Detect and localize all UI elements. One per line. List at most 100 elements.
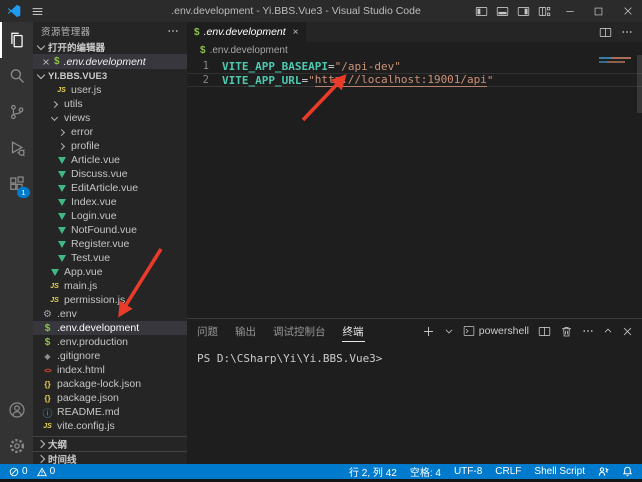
extensions-icon[interactable]: 1	[0, 166, 33, 202]
tree-item[interactable]: vite.config.js	[33, 419, 187, 433]
tree-item[interactable]: Register.vue	[33, 237, 187, 251]
tab-filename: .env.development	[204, 26, 286, 38]
run-debug-icon[interactable]	[0, 130, 33, 166]
tree-item[interactable]: Login.vue	[33, 209, 187, 223]
status-indentation[interactable]: 空格: 4	[410, 464, 441, 479]
timeline-label: 时间线	[48, 452, 77, 464]
tree-item[interactable]: README.md	[33, 405, 187, 419]
project-section-header[interactable]: YI.BBS.VUE3	[33, 69, 187, 83]
maximize-button[interactable]	[584, 0, 613, 22]
tree-item[interactable]: .env	[33, 307, 187, 321]
title-bar: .env.development - Yi.BBS.Vue3 - Visual …	[0, 0, 642, 22]
split-terminal-icon[interactable]	[538, 325, 551, 338]
minimize-button[interactable]	[555, 0, 584, 22]
chevron-right-icon	[37, 455, 45, 463]
tree-item[interactable]: permission.js	[33, 293, 187, 307]
file-name-label: Register.vue	[71, 238, 129, 250]
file-name-label: vite.config.js	[57, 420, 115, 432]
tree-item[interactable]: App.vue	[33, 265, 187, 279]
more-actions-icon[interactable]	[621, 26, 633, 38]
open-editors-label: 打开的编辑器	[48, 40, 105, 54]
outline-section-header[interactable]: 大纲	[33, 436, 187, 451]
tree-item[interactable]: Test.vue	[33, 251, 187, 265]
close-icon[interactable]	[42, 58, 50, 66]
tree-item[interactable]: package-lock.json	[33, 377, 187, 391]
explorer-more-actions-icon[interactable]	[167, 25, 179, 37]
problems-status[interactable]: 0 0	[9, 466, 55, 477]
status-language[interactable]: Shell Script	[534, 466, 585, 477]
chevron-down-icon[interactable]	[444, 326, 454, 336]
panel-tab[interactable]: 问题	[196, 321, 219, 342]
maximize-panel-icon[interactable]	[603, 326, 613, 336]
tree-item[interactable]: main.js	[33, 279, 187, 293]
tree-item[interactable]: user.js	[33, 83, 187, 97]
env-file-icon: $	[54, 56, 60, 67]
tree-item[interactable]: error	[33, 125, 187, 139]
split-editor-icon[interactable]	[599, 26, 612, 39]
file-icon	[48, 280, 61, 293]
toggle-panel-icon[interactable]	[492, 0, 513, 22]
line-number: 1	[187, 60, 222, 72]
file-name-label: package-lock.json	[57, 378, 141, 390]
panel-tab[interactable]: 调试控制台	[272, 321, 327, 342]
settings-gear-icon[interactable]	[0, 428, 33, 464]
tree-item[interactable]: Index.vue	[33, 195, 187, 209]
panel-tab[interactable]: 输出	[234, 321, 257, 342]
tab-env-development[interactable]: $ .env.development ×	[187, 22, 306, 42]
menu-icon[interactable]	[31, 5, 44, 18]
tree-item[interactable]: Article.vue	[33, 153, 187, 167]
account-icon[interactable]	[0, 392, 33, 428]
tree-item[interactable]: index.html	[33, 363, 187, 377]
extensions-badge: 1	[17, 187, 30, 198]
file-icon	[41, 308, 54, 321]
tree-item[interactable]: utils	[33, 97, 187, 111]
customize-layout-icon[interactable]	[534, 0, 555, 22]
status-eol[interactable]: CRLF	[495, 466, 521, 477]
tree-item[interactable]: NotFound.vue	[33, 223, 187, 237]
editor-scrollbar[interactable]	[637, 55, 642, 113]
tab-close-icon[interactable]: ×	[293, 27, 299, 38]
tree-item[interactable]: Discuss.vue	[33, 167, 187, 181]
file-icon	[41, 392, 54, 405]
file-name-label: Login.vue	[71, 210, 117, 222]
panel-actions: powershell	[422, 325, 633, 338]
feedback-icon[interactable]	[598, 466, 609, 477]
breadcrumb[interactable]: $ .env.development	[187, 42, 642, 58]
toggle-sidebar-icon[interactable]	[471, 0, 492, 22]
panel-more-actions-icon[interactable]	[582, 325, 594, 337]
open-editors-section-header[interactable]: 打开的编辑器	[33, 40, 187, 54]
notifications-bell-icon[interactable]	[622, 466, 633, 477]
tree-item[interactable]: .env.production	[33, 335, 187, 349]
tree-item[interactable]: .gitignore	[33, 349, 187, 363]
shell-label: powershell	[479, 325, 529, 337]
status-line-col[interactable]: 行 2, 列 42	[349, 464, 397, 479]
new-terminal-icon[interactable]	[422, 325, 435, 338]
tree-item[interactable]: views	[33, 111, 187, 125]
close-panel-icon[interactable]	[622, 326, 633, 337]
minimap[interactable]	[599, 55, 633, 69]
file-icon	[55, 168, 68, 181]
code-line-2: 2VITE_APP_URL="http://localhost:19001/ap…	[187, 73, 642, 87]
kill-terminal-trash-icon[interactable]	[560, 325, 573, 338]
tree-item[interactable]: package.json	[33, 391, 187, 405]
tree-item[interactable]: EditArticle.vue	[33, 181, 187, 195]
panel-tab[interactable]: 终端	[342, 321, 365, 342]
sidebar-title-row: 资源管理器	[33, 22, 187, 40]
search-icon[interactable]	[0, 58, 33, 94]
tree-item[interactable]: .env.development	[33, 321, 187, 335]
timeline-section-header[interactable]: 时间线	[33, 451, 187, 464]
url-link[interactable]: http://localhost:19001/api	[315, 73, 487, 87]
vscode-window: .env.development - Yi.BBS.Vue3 - Visual …	[0, 0, 642, 482]
errors-icon	[9, 467, 19, 477]
source-control-icon[interactable]	[0, 94, 33, 130]
shell-selector[interactable]: powershell	[463, 325, 529, 337]
tree-item[interactable]: profile	[33, 139, 187, 153]
terminal-content[interactable]: PS D:\CSharp\Yi\Yi.BBS.Vue3>	[187, 343, 642, 365]
toggle-secondary-sidebar-icon[interactable]	[513, 0, 534, 22]
close-button[interactable]	[613, 0, 642, 22]
code-area[interactable]: 1VITE_APP_BASEAPI="/api-dev" 2VITE_APP_U…	[187, 59, 642, 87]
explorer-icon[interactable]	[0, 22, 33, 58]
status-encoding[interactable]: UTF-8	[454, 466, 482, 477]
editor-tab-bar: $ .env.development ×	[187, 22, 642, 42]
open-editor-item[interactable]: $ .env.development	[33, 54, 187, 69]
